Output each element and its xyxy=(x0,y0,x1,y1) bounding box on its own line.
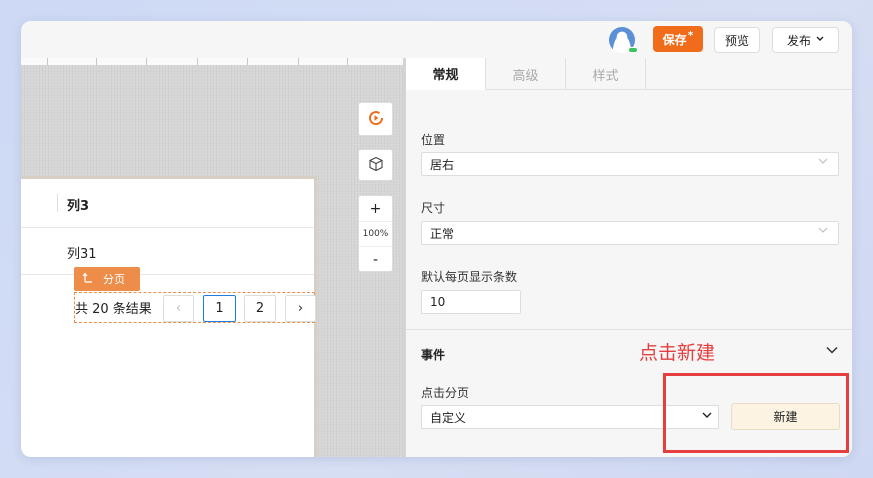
preview-button[interactable]: 预览 xyxy=(714,27,760,53)
zoom-in-button[interactable]: + xyxy=(359,196,392,221)
position-select[interactable]: 居右 xyxy=(421,152,839,176)
panel-tabs: 常规 高级 样式 xyxy=(406,58,852,90)
prev-page-button[interactable]: ‹ xyxy=(163,295,194,322)
publish-button[interactable]: 发布 xyxy=(772,27,839,53)
top-toolbar: 保存 * 预览 发布 xyxy=(21,21,852,58)
avatar[interactable] xyxy=(609,27,638,53)
size-label: 尺寸 xyxy=(421,201,446,215)
zoom-control: + 100% - xyxy=(358,195,393,272)
pagination-selection-tag[interactable]: 分页 xyxy=(74,267,140,291)
run-button[interactable] xyxy=(358,102,393,136)
size-value: 正常 xyxy=(430,226,455,241)
tab-general[interactable]: 常规 xyxy=(406,58,486,90)
save-label: 保存 xyxy=(662,32,687,47)
table-component[interactable]: 列3 列31 分页 共 20 条结果 ‹ 1 2 › xyxy=(21,176,317,457)
chevron-down-icon xyxy=(818,226,828,237)
table-row: 列31 xyxy=(21,228,314,275)
properties-panel: 常规 高级 样式 位置 居右 尺寸 正常 默认每页显示条数 10 事件 点击新建… xyxy=(403,58,852,457)
table-header-row: 列3 xyxy=(21,179,314,228)
section-divider xyxy=(406,329,852,330)
page-size-label: 默认每页显示条数 xyxy=(421,270,518,284)
chevron-down-icon xyxy=(816,35,824,45)
size-select[interactable]: 正常 xyxy=(421,221,839,245)
tag-label: 分页 xyxy=(103,273,125,286)
return-arrow-icon xyxy=(82,272,93,286)
next-page-button[interactable]: › xyxy=(285,295,316,322)
chevron-down-icon xyxy=(818,157,828,168)
pagination-total: 共 20 条结果 xyxy=(75,302,152,317)
play-icon xyxy=(367,109,385,130)
page-size-input[interactable]: 10 xyxy=(421,290,521,314)
unsaved-marker: * xyxy=(687,28,694,42)
save-button[interactable]: 保存 * xyxy=(653,26,703,52)
zoom-level: 100% xyxy=(359,221,392,247)
chevron-down-icon[interactable] xyxy=(826,342,838,358)
page-1-button[interactable]: 1 xyxy=(203,295,236,322)
annotation-highlight-box xyxy=(663,373,849,453)
position-label: 位置 xyxy=(421,133,446,147)
tab-advanced[interactable]: 高级 xyxy=(486,58,566,90)
component-button[interactable] xyxy=(358,149,393,181)
online-status-dot xyxy=(628,47,638,53)
publish-label: 发布 xyxy=(786,33,811,48)
event-action-value: 自定义 xyxy=(430,410,467,425)
position-value: 居右 xyxy=(430,157,455,172)
page-2-button[interactable]: 2 xyxy=(244,295,276,322)
table-cell: 列31 xyxy=(67,247,97,262)
zoom-out-button[interactable]: - xyxy=(359,247,392,272)
events-section-title: 事件 xyxy=(421,348,446,362)
tab-style[interactable]: 样式 xyxy=(566,58,646,90)
app-window: 保存 * 预览 发布 + 100% - 列3 列31 分页 共 20 条结果 ‹… xyxy=(21,21,852,457)
cube-icon xyxy=(368,156,384,175)
ruler xyxy=(21,58,403,65)
pagination-component[interactable]: 共 20 条结果 ‹ 1 2 › xyxy=(74,292,316,323)
annotation-text: 点击新建 xyxy=(639,342,716,364)
design-canvas[interactable]: + 100% - 列3 列31 分页 共 20 条结果 ‹ 1 2 › xyxy=(21,58,403,457)
event-label: 点击分页 xyxy=(421,386,470,400)
table-header-cell: 列3 xyxy=(67,199,90,214)
column-divider xyxy=(57,194,58,212)
